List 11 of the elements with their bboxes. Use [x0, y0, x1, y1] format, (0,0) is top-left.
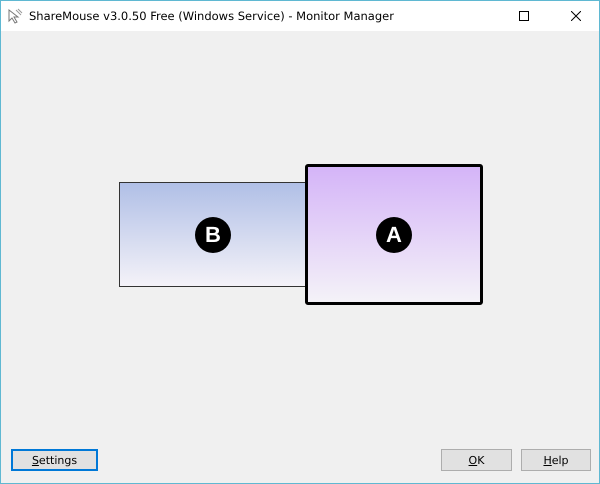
maximize-icon — [519, 11, 529, 21]
monitor-label: B — [195, 216, 231, 252]
settings-button[interactable]: Settings — [11, 449, 98, 471]
monitor[interactable]: A — [305, 164, 483, 305]
ok-button[interactable]: OK — [441, 449, 512, 471]
window-title: ShareMouse v3.0.50 Free (Windows Service) - Monitor Manager — [29, 9, 395, 23]
help-button[interactable]: Help — [521, 449, 591, 471]
monitor[interactable]: B — [119, 182, 307, 287]
close-icon — [571, 11, 581, 21]
mouse-cursor-icon — [7, 8, 23, 24]
monitor-label: A — [376, 216, 412, 252]
